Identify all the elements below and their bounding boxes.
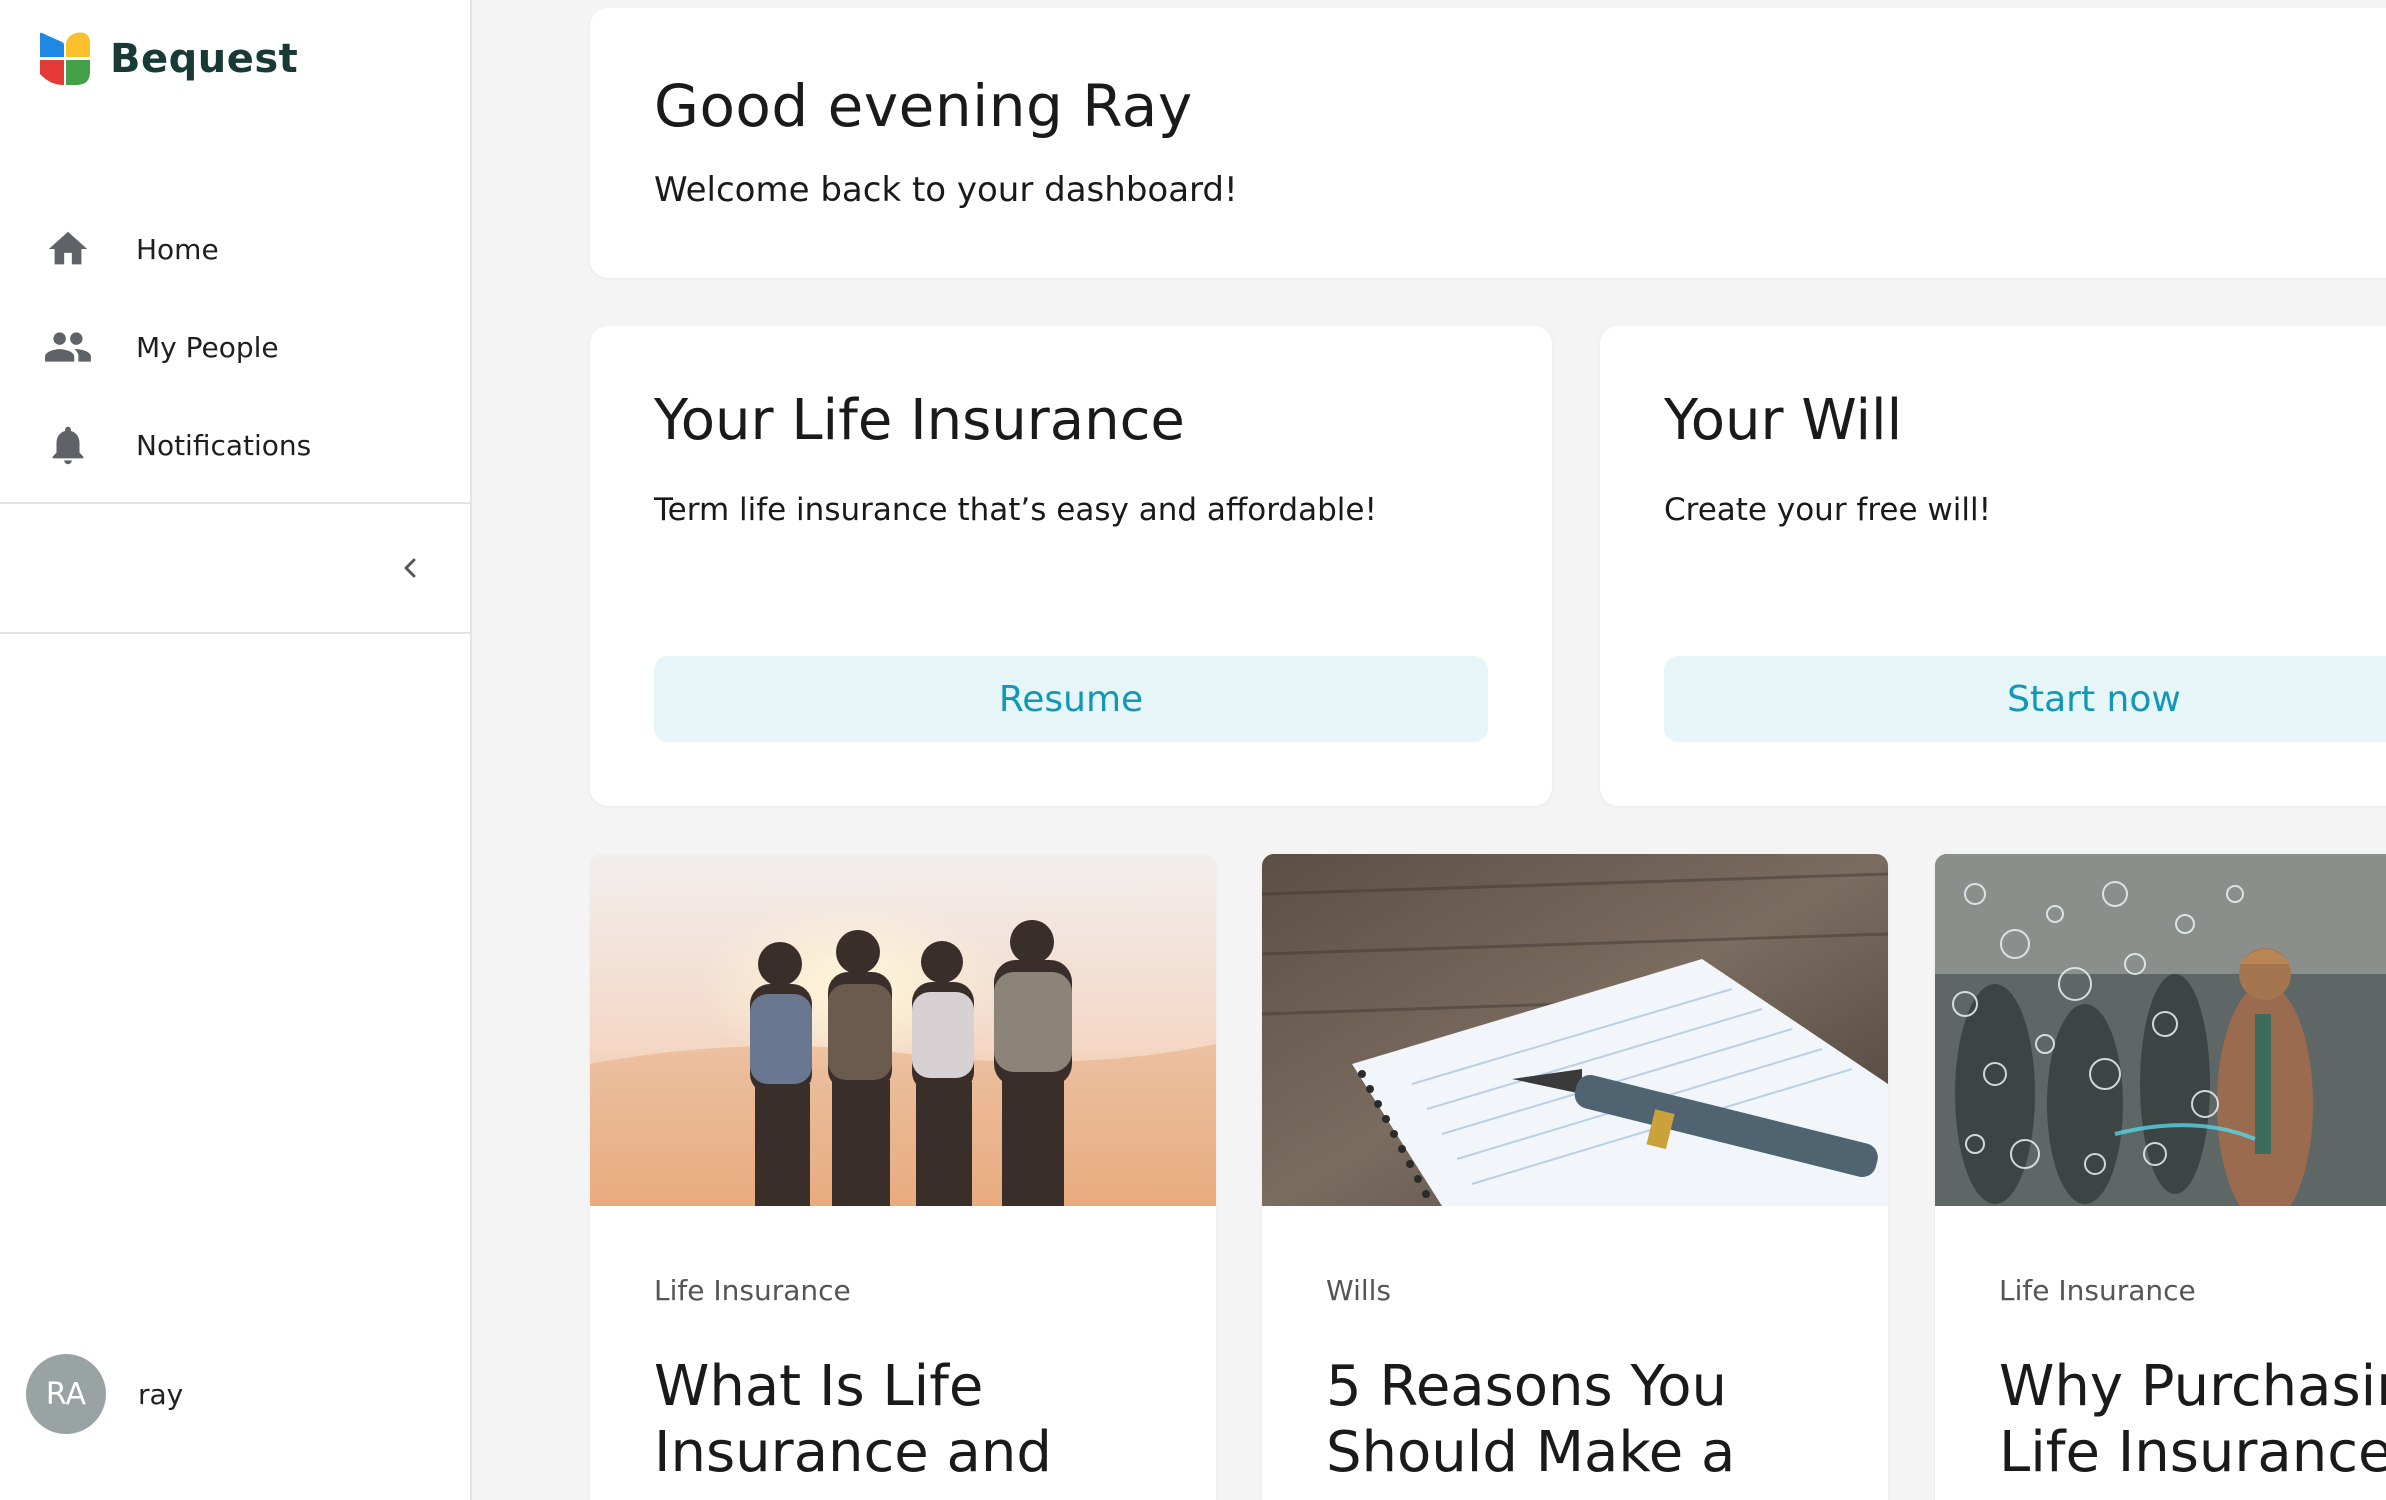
card-description: Create your free will! — [1664, 492, 1992, 528]
article-title-line: Why Purchasing — [1999, 1354, 2386, 1419]
sidebar-item-notifications[interactable]: Notifications — [0, 396, 470, 494]
article-title-line: Life Insurance — [1999, 1420, 2386, 1485]
article-title-line: 5 Reasons You — [1326, 1354, 1728, 1419]
brand-logo[interactable]: Bequest — [36, 30, 298, 88]
greeting-title: Good evening Ray — [654, 72, 1193, 140]
will-card: Your Will Create your free will! Start n… — [1600, 326, 2386, 806]
card-description: Term life insurance that’s easy and affo… — [654, 492, 1377, 528]
chevron-left-icon — [404, 558, 416, 578]
life-insurance-card: Your Life Insurance Term life insurance … — [590, 326, 1552, 806]
article-category: Life Insurance — [1999, 1274, 2196, 1307]
article-card[interactable]: Wills 5 Reasons You Should Make a — [1262, 854, 1888, 1500]
sidebar-item-label: My People — [136, 330, 279, 364]
sidebar-divider — [0, 502, 470, 504]
user-name: ray — [138, 1377, 184, 1411]
article-title: Why Purchasing Life Insurance — [1999, 1354, 2386, 1486]
people-icon — [42, 321, 94, 373]
sidebar-item-home[interactable]: Home — [0, 200, 470, 298]
article-category: Wills — [1326, 1274, 1391, 1307]
article-title: What Is Life Insurance and — [654, 1354, 1216, 1486]
card-title: Your Life Insurance — [654, 388, 1185, 453]
brand-name: Bequest — [110, 36, 299, 82]
article-card[interactable]: Life Insurance Why Purchasing Life Insur… — [1935, 854, 2386, 1500]
welcome-card: Good evening Ray Welcome back to your da… — [590, 8, 2386, 278]
article-title-line: Insurance and — [654, 1420, 1052, 1485]
article-card[interactable]: Life Insurance What Is Life Insurance an… — [590, 854, 1216, 1500]
home-icon — [42, 223, 94, 275]
user-profile[interactable]: RA ray — [26, 1354, 183, 1434]
bell-icon — [42, 419, 94, 471]
article-image — [1262, 854, 1888, 1206]
bequest-logo-icon — [40, 32, 90, 85]
sidebar-divider — [0, 632, 470, 634]
sidebar-item-label: Home — [136, 232, 219, 266]
resume-button[interactable]: Resume — [654, 656, 1488, 742]
collapse-sidebar-button[interactable] — [390, 548, 430, 588]
sidebar-item-my-people[interactable]: My People — [0, 298, 470, 396]
article-title-line: What Is Life — [654, 1354, 984, 1419]
article-title-line: Should Make a — [1326, 1420, 1736, 1485]
article-image — [1935, 854, 2386, 1206]
app-root: Bequest Home My People Notifications RA … — [0, 0, 2386, 1500]
avatar: RA — [26, 1354, 106, 1434]
article-image — [590, 854, 1216, 1206]
greeting-subtitle: Welcome back to your dashboard! — [654, 170, 1238, 210]
sidebar-item-label: Notifications — [136, 428, 312, 462]
article-category: Life Insurance — [654, 1274, 851, 1307]
sidebar: Bequest Home My People Notifications RA … — [0, 0, 472, 1500]
article-title: 5 Reasons You Should Make a — [1326, 1354, 1888, 1486]
start-now-button[interactable]: Start now — [1664, 656, 2386, 742]
card-title: Your Will — [1664, 388, 1903, 453]
sidebar-nav: Home My People Notifications — [0, 200, 470, 494]
